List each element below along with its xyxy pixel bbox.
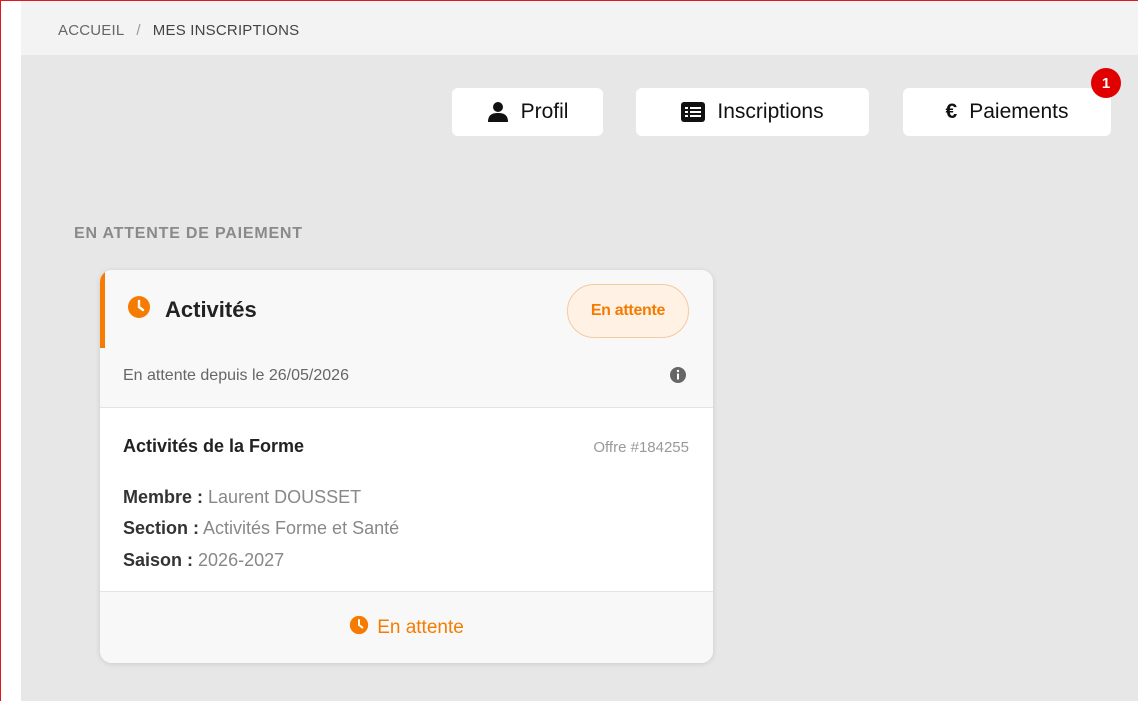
section-value: Activités Forme et Santé xyxy=(203,518,400,538)
season-value: 2026-2027 xyxy=(198,550,285,570)
clock-icon xyxy=(349,615,369,641)
info-icon[interactable] xyxy=(669,366,687,389)
inscriptions-button[interactable]: Inscriptions xyxy=(636,88,869,136)
member-label: Membre : xyxy=(123,487,204,507)
season-detail: Saison : 2026-2027 xyxy=(123,550,284,571)
member-detail: Membre : Laurent DOUSSET xyxy=(123,487,361,508)
breadcrumb-current: MES INSCRIPTIONS xyxy=(152,22,300,39)
registration-card: Activités En attente En attente depuis l… xyxy=(100,270,713,663)
breadcrumb-bar: ACCUEIL / MES INSCRIPTIONS xyxy=(21,1,1138,55)
section-detail: Section : Activités Forme et Santé xyxy=(123,518,399,539)
page-viewport: ACCUEIL / MES INSCRIPTIONS Profil Inscri… xyxy=(21,1,1138,701)
clock-icon xyxy=(127,295,151,324)
notification-badge: 1 xyxy=(1091,68,1121,98)
member-value: Laurent DOUSSET xyxy=(208,487,362,507)
status-badge: En attente xyxy=(567,284,689,338)
user-icon xyxy=(487,101,509,123)
offer-reference: Offre #184255 xyxy=(593,439,689,456)
offer-name: Activités de la Forme xyxy=(123,436,305,456)
breadcrumb: ACCUEIL / MES INSCRIPTIONS xyxy=(58,22,299,39)
inscriptions-label: Inscriptions xyxy=(717,100,824,123)
euro-icon: € xyxy=(945,100,958,123)
list-icon xyxy=(681,102,706,122)
paiements-label: Paiements xyxy=(969,100,1069,123)
section-title: EN ATTENTE DE PAIEMENT xyxy=(74,225,303,242)
breadcrumb-separator: / xyxy=(136,22,141,39)
pending-since-text: En attente depuis le 26/05/2026 xyxy=(123,367,349,384)
footer-status-label: En attente xyxy=(377,616,464,638)
card-title-label: Activités xyxy=(165,296,257,322)
season-label: Saison : xyxy=(123,550,194,570)
profil-label: Profil xyxy=(520,100,569,123)
section-label: Section : xyxy=(123,518,200,538)
paiements-button[interactable]: € Paiements 1 xyxy=(903,68,1121,136)
status-accent-bar xyxy=(100,270,105,348)
profil-button[interactable]: Profil xyxy=(452,88,603,136)
card-body: Activités de la Forme Offre #184255 Memb… xyxy=(100,408,713,591)
card-title: Activités xyxy=(127,295,257,324)
card-header: Activités En attente En attente depuis l… xyxy=(100,270,713,408)
card-footer-status: En attente xyxy=(100,591,713,663)
breadcrumb-home-link[interactable]: ACCUEIL xyxy=(58,22,124,39)
